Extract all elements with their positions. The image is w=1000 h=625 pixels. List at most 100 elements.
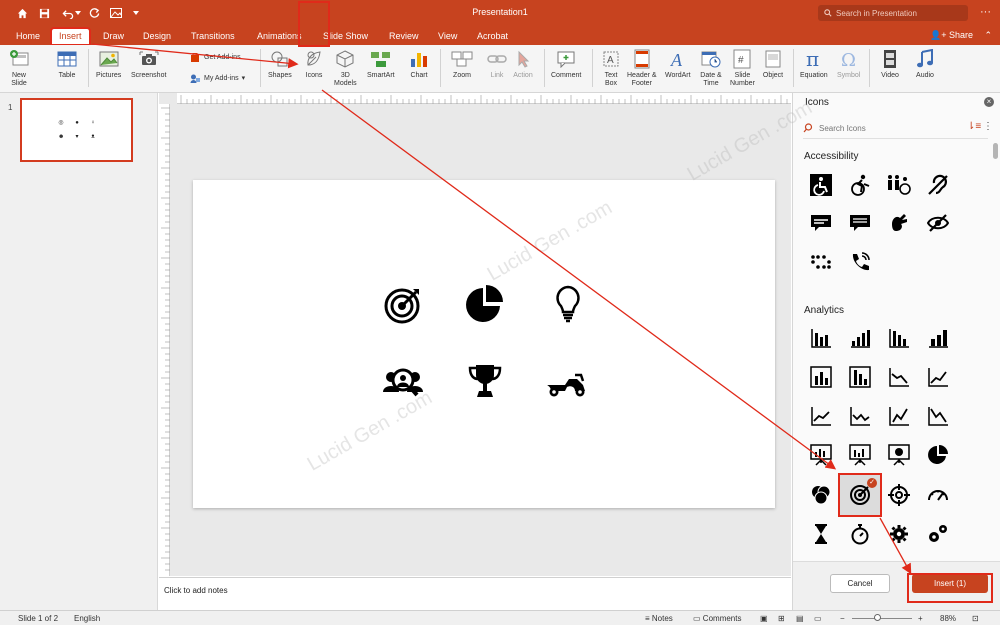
zoom-slider[interactable] bbox=[852, 618, 912, 619]
more-options-icon[interactable]: ⋮ bbox=[983, 121, 993, 132]
bar-chart-decreasing-framed-icon[interactable] bbox=[846, 363, 874, 391]
trophy-icon[interactable] bbox=[465, 361, 505, 401]
zoom-out-icon[interactable]: − bbox=[840, 614, 845, 623]
line-chart-framed-up-icon[interactable] bbox=[885, 402, 913, 430]
zoom-slider-handle[interactable] bbox=[874, 614, 881, 621]
tab-insert[interactable]: Insert bbox=[50, 27, 91, 46]
slide-sorter-icon[interactable]: ⊞ bbox=[778, 614, 785, 623]
header-footer-button[interactable]: Header & Footer bbox=[627, 48, 657, 88]
fit-to-window-icon[interactable]: ⊡ bbox=[972, 614, 979, 623]
line-trend-wave-icon[interactable] bbox=[846, 402, 874, 430]
slideshow-view-icon[interactable]: ▭ bbox=[814, 614, 822, 623]
hearing-impaired-icon[interactable] bbox=[924, 171, 952, 199]
wordart-button[interactable]: A WordArt bbox=[665, 48, 691, 80]
tab-draw[interactable]: Draw bbox=[103, 29, 124, 44]
venn-diagram-icon[interactable] bbox=[807, 481, 835, 509]
slide-canvas[interactable] bbox=[193, 180, 775, 508]
line-chart-framed-down-icon[interactable] bbox=[924, 402, 952, 430]
my-addins-button[interactable]: My Add-ins ▾ bbox=[190, 73, 245, 83]
lightbulb-icon[interactable] bbox=[548, 284, 588, 324]
presentation-pie-icon[interactable] bbox=[885, 441, 913, 469]
closed-caption-icon[interactable] bbox=[807, 209, 835, 237]
equation-button[interactable]: π Equation bbox=[800, 48, 828, 80]
more-options-icon[interactable]: ··· bbox=[980, 6, 991, 18]
table-button[interactable]: Table bbox=[56, 48, 78, 80]
slide-thumbnail[interactable]: ◎ ● ♀ ☻ ▾ ᴥ bbox=[20, 98, 133, 162]
visually-impaired-icon[interactable] bbox=[924, 209, 952, 237]
bar-chart-framed-icon[interactable] bbox=[807, 363, 835, 391]
language[interactable]: English bbox=[74, 614, 100, 623]
scooter-icon[interactable] bbox=[545, 363, 589, 403]
reading-view-icon[interactable]: ▤ bbox=[796, 614, 804, 623]
hourglass-icon[interactable] bbox=[807, 520, 835, 548]
braille-icon[interactable] bbox=[807, 248, 835, 276]
comments-toggle[interactable]: ▭ Comments bbox=[693, 614, 741, 623]
notes-toggle[interactable]: ≡ Notes bbox=[645, 614, 673, 623]
shapes-button[interactable]: Shapes bbox=[268, 48, 292, 80]
notes-placeholder[interactable]: Click to add notes bbox=[164, 586, 228, 595]
team-search-icon[interactable] bbox=[383, 362, 423, 402]
audio-button[interactable]: Audio bbox=[914, 48, 936, 80]
close-icon[interactable]: × bbox=[984, 97, 994, 107]
bar-chart-icon[interactable] bbox=[807, 324, 835, 352]
tab-animations[interactable]: Animations bbox=[257, 29, 302, 44]
bar-chart-ascending-icon[interactable] bbox=[846, 324, 874, 352]
target-icon-selected[interactable]: ✓ bbox=[838, 473, 882, 517]
zoom-level[interactable]: 88% bbox=[940, 614, 956, 623]
target-icon[interactable] bbox=[383, 285, 423, 325]
gears-icon[interactable] bbox=[924, 520, 952, 548]
zoom-in-icon[interactable]: + bbox=[918, 614, 923, 623]
pictures-button[interactable]: Pictures bbox=[96, 48, 121, 80]
stopwatch-icon[interactable] bbox=[846, 520, 874, 548]
cancel-button[interactable]: Cancel bbox=[830, 574, 890, 593]
gear-icon[interactable] bbox=[885, 520, 913, 548]
presentation-chart-icon[interactable] bbox=[807, 441, 835, 469]
link-button[interactable]: Link bbox=[486, 48, 508, 80]
gauge-icon[interactable] bbox=[924, 481, 952, 509]
line-chart-up-icon[interactable] bbox=[924, 363, 952, 391]
notes-pane[interactable]: Click to add notes bbox=[159, 577, 791, 610]
smartart-button[interactable]: SmartArt bbox=[367, 48, 395, 80]
bar-chart-descending-icon[interactable] bbox=[885, 324, 913, 352]
crosshair-icon[interactable] bbox=[885, 481, 913, 509]
sign-language-icon[interactable] bbox=[885, 209, 913, 237]
pie-chart-icon[interactable] bbox=[924, 441, 952, 469]
tab-acrobat[interactable]: Acrobat bbox=[477, 29, 508, 44]
presentation-search-input[interactable] bbox=[836, 8, 956, 18]
line-trend-up-icon[interactable] bbox=[807, 402, 835, 430]
symbol-button[interactable]: Ω Symbol bbox=[837, 48, 860, 80]
tab-design[interactable]: Design bbox=[143, 29, 171, 44]
wheelchair-icon[interactable] bbox=[807, 171, 835, 199]
icons-search-input[interactable] bbox=[819, 123, 949, 133]
filter-icon[interactable]: ⇂≡ bbox=[967, 121, 981, 132]
screenshot-button[interactable]: Screenshot bbox=[131, 48, 166, 80]
normal-view-icon[interactable]: ▣ bbox=[760, 614, 768, 623]
share-button[interactable]: 👤+ Share bbox=[930, 30, 973, 41]
get-addins-button[interactable]: Get Add-ins bbox=[190, 52, 241, 62]
3d-models-button[interactable]: 3D Models bbox=[334, 48, 357, 88]
tab-transitions[interactable]: Transitions bbox=[191, 29, 235, 44]
pie-chart-icon[interactable] bbox=[465, 284, 505, 324]
icons-pane-scrollbar[interactable] bbox=[993, 143, 998, 159]
video-button[interactable]: Video bbox=[879, 48, 901, 80]
comment-button[interactable]: Comment bbox=[551, 48, 581, 80]
slide-number-button[interactable]: # Slide Number bbox=[730, 48, 755, 88]
active-wheelchair-icon[interactable] bbox=[846, 171, 874, 199]
zoom-button[interactable]: Zoom bbox=[451, 48, 473, 80]
new-slide-button[interactable]: New Slide bbox=[8, 48, 30, 88]
bar-graph-upward-icon[interactable] bbox=[924, 324, 952, 352]
phone-accessibility-icon[interactable] bbox=[846, 248, 874, 276]
collapse-ribbon-icon[interactable]: ⌃ bbox=[984, 30, 992, 41]
chart-button[interactable]: Chart bbox=[408, 48, 430, 80]
text-box-button[interactable]: A Text Box bbox=[600, 48, 622, 88]
icons-button[interactable]: Icons bbox=[303, 48, 325, 80]
tab-review[interactable]: Review bbox=[389, 29, 419, 44]
object-button[interactable]: Object bbox=[762, 48, 784, 80]
date-time-button[interactable]: Date & Time bbox=[700, 48, 722, 88]
line-chart-down-icon[interactable] bbox=[885, 363, 913, 391]
presentation-bars-icon[interactable] bbox=[846, 441, 874, 469]
presentation-search[interactable] bbox=[818, 5, 968, 21]
family-accessibility-icon[interactable] bbox=[885, 171, 913, 199]
icons-search[interactable] bbox=[803, 120, 953, 136]
tab-home[interactable]: Home bbox=[16, 29, 40, 44]
